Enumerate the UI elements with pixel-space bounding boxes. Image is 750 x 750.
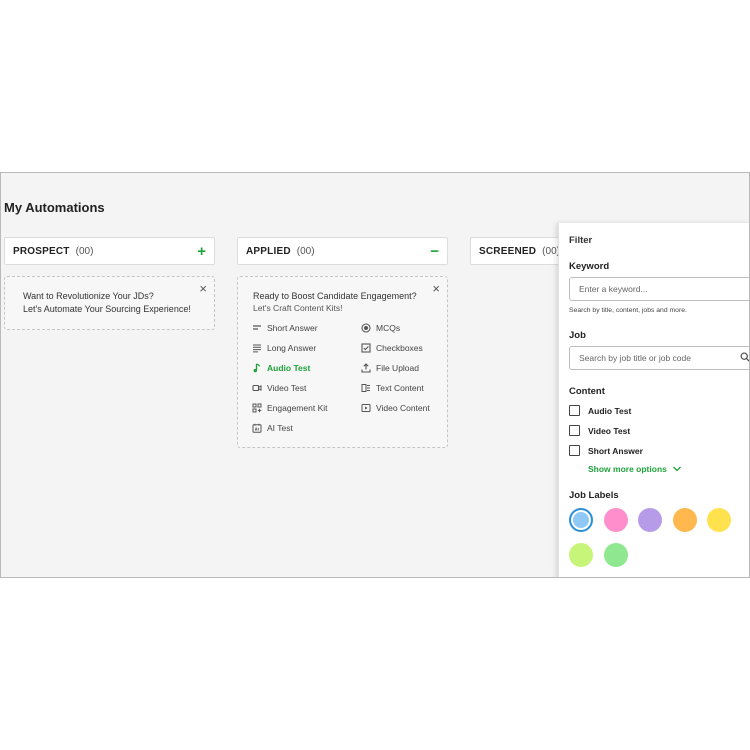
job-label-swatch[interactable] <box>638 508 662 532</box>
job-label-swatch[interactable] <box>569 543 593 567</box>
video-camera-icon <box>252 384 262 392</box>
kit-item-text-content[interactable]: Text Content <box>361 383 424 393</box>
radio-icon <box>361 323 371 333</box>
keyword-input[interactable] <box>569 277 749 301</box>
add-button[interactable]: + <box>197 244 206 259</box>
checkbox[interactable] <box>569 425 580 436</box>
kit-item-file-upload[interactable]: File Upload <box>361 363 419 373</box>
kit-item-label: Checkboxes <box>376 343 423 353</box>
job-search-input[interactable] <box>569 346 749 370</box>
text-content-icon <box>361 384 370 392</box>
kit-item-checkboxes[interactable]: Checkboxes <box>361 343 423 353</box>
card-subline: Let's Craft Content Kits! <box>253 303 343 313</box>
grid-plus-icon <box>252 403 262 413</box>
job-labels-title: Job Labels <box>569 490 619 501</box>
checkbox-icon <box>361 343 371 353</box>
column-name: APPLIED <box>246 245 291 257</box>
card-subline: Let's Automate Your Sourcing Experience! <box>23 304 191 314</box>
job-label: Job <box>569 330 586 341</box>
column-header-screened: SCREENED (00) <box>470 237 570 265</box>
content-label: Content <box>569 386 605 397</box>
close-icon[interactable]: × <box>432 282 440 295</box>
collapse-button[interactable]: − <box>430 244 439 259</box>
kit-item-video-test[interactable]: Video Test <box>252 383 306 393</box>
column-count: (00) <box>75 245 94 257</box>
card-headline: Want to Revolutionize Your JDs? <box>23 291 154 301</box>
content-option-video-test[interactable]: Video Test <box>569 425 630 436</box>
job-label-swatch[interactable] <box>603 508 628 532</box>
kit-item-short-answer[interactable]: Short Answer <box>252 323 318 333</box>
option-label: Audio Test <box>588 405 632 416</box>
column-name: SCREENED <box>479 245 537 257</box>
upload-icon <box>361 363 371 373</box>
keyword-hint: Search by title, content, jobs and more. <box>569 307 687 314</box>
kit-item-label: Video Content <box>376 403 430 413</box>
job-label-swatch[interactable] <box>569 508 593 532</box>
option-label: Video Test <box>588 425 631 436</box>
kit-item-mcqs[interactable]: MCQs <box>361 323 400 333</box>
kit-item-label: Long Answer <box>267 343 317 353</box>
applied-content-kit-card: × Ready to Boost Candidate Engagement? L… <box>237 276 448 448</box>
content-option-short-answer[interactable]: Short Answer <box>569 445 643 456</box>
music-note-icon <box>253 363 261 373</box>
kit-item-label: Engagement Kit <box>267 403 328 413</box>
kit-item-video-content[interactable]: Video Content <box>361 403 430 413</box>
column-count: (00) <box>296 245 315 257</box>
search-icon[interactable] <box>740 352 750 362</box>
job-label-swatch[interactable] <box>672 508 697 532</box>
kit-item-label: Text Content <box>376 383 424 393</box>
kit-item-label: Short Answer <box>267 323 318 333</box>
column-header-prospect: PROSPECT (00) + <box>4 237 215 265</box>
ai-calendar-icon <box>252 423 262 433</box>
kit-item-label: File Upload <box>376 363 419 373</box>
column-name: PROSPECT <box>13 245 70 257</box>
job-label-swatch[interactable] <box>707 508 731 532</box>
content-option-audio-test[interactable]: Audio Test <box>569 405 631 416</box>
show-more-options-link[interactable]: Show more options <box>588 464 682 474</box>
kit-item-label: AI Test <box>267 423 293 433</box>
option-label: Short Answer <box>588 445 643 456</box>
checkbox[interactable] <box>569 405 580 416</box>
card-headline: Ready to Boost Candidate Engagement? <box>253 291 417 301</box>
column-header-applied: APPLIED (00) − <box>237 237 448 265</box>
filter-panel: Filter Keyword Search by title, content,… <box>558 223 750 577</box>
kit-item-label: Audio Test <box>267 363 311 373</box>
chevron-down-icon <box>672 466 681 472</box>
show-more-label: Show more options <box>588 464 667 474</box>
checkbox[interactable] <box>569 445 580 456</box>
kit-item-long-answer[interactable]: Long Answer <box>252 343 316 353</box>
page-title: My Automations <box>4 200 105 215</box>
kit-item-audio-test[interactable]: Audio Test <box>252 363 310 373</box>
long-answer-icon <box>253 344 261 353</box>
kit-item-label: Video Test <box>267 383 307 393</box>
kit-item-ai-test[interactable]: AI Test <box>252 423 293 433</box>
close-icon[interactable]: × <box>199 282 207 295</box>
kit-item-engagement-kit[interactable]: Engagement Kit <box>252 403 327 413</box>
kit-item-label: MCQs <box>376 323 401 333</box>
keyword-label: Keyword <box>569 261 610 272</box>
short-answer-icon <box>253 325 261 330</box>
automations-board: My Automations PROSPECT (00) + APPLIED (… <box>0 172 750 578</box>
job-label-swatch[interactable] <box>603 543 628 567</box>
prospect-promo-card: × Want to Revolutionize Your JDs? Let's … <box>4 276 215 330</box>
play-box-icon <box>361 404 371 412</box>
filter-title: Filter <box>569 235 593 246</box>
